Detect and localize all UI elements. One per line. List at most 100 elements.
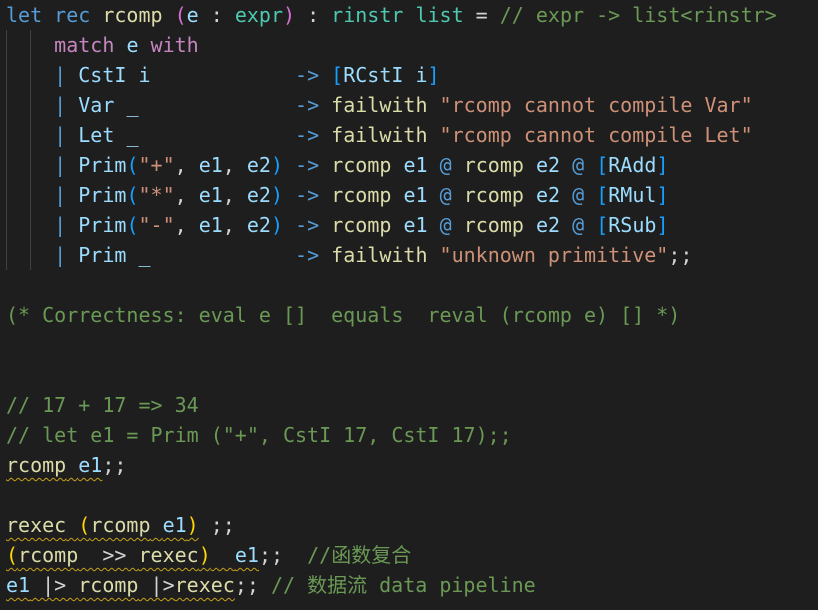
- code-line[interactable]: rcomp e1;;: [6, 450, 126, 480]
- code-token: e1: [78, 453, 103, 477]
- code-token: RCstI: [343, 63, 404, 87]
- code-line[interactable]: match e with: [6, 30, 199, 60]
- code-token: >>: [78, 543, 139, 567]
- code-token: _: [138, 243, 151, 267]
- code-token: (: [6, 543, 19, 567]
- code-token: [: [331, 63, 344, 87]
- code-token: |: [54, 123, 67, 147]
- code-token: RAdd: [608, 153, 657, 177]
- code-token: rcomp: [463, 183, 524, 207]
- code-token: ): [186, 513, 199, 537]
- code-token: ;;: [102, 453, 127, 477]
- code-line[interactable]: (* Correctness: eval e [] equals reval (…: [6, 300, 680, 330]
- code-token: e1: [198, 153, 223, 177]
- code-line[interactable]: let rec rcomp (e : expr) : rinstr list =…: [6, 0, 777, 30]
- code-token: |>: [30, 573, 79, 597]
- code-token: ,: [174, 213, 199, 237]
- code-line[interactable]: e1 |> rcomp |>rexec;; // 数据流 data pipeli…: [6, 570, 536, 600]
- code-token: "rcomp cannot compile Let": [439, 123, 753, 147]
- code-token: "-": [138, 213, 175, 237]
- code-token: ->: [295, 213, 320, 237]
- code-line[interactable]: // let e1 = Prim ("+", CstI 17, CstI 17)…: [6, 420, 512, 450]
- code-token: rexec: [174, 573, 235, 597]
- code-token: @: [572, 183, 585, 207]
- code-token: ;;: [668, 243, 693, 267]
- code-token: failwith: [331, 243, 428, 267]
- code-token: e1: [234, 543, 259, 567]
- code-token: rcomp: [331, 183, 392, 207]
- code-token: ): [270, 153, 284, 177]
- code-token: rcomp: [18, 543, 79, 567]
- code-token: :: [198, 3, 235, 27]
- code-token: ->: [295, 153, 320, 177]
- code-editor[interactable]: let rec rcomp (e : expr) : rinstr list =…: [0, 0, 818, 610]
- code-token: ->: [295, 93, 320, 117]
- code-token: "rcomp cannot compile Var": [439, 93, 753, 117]
- code-line[interactable]: rexec (rcomp e1) ;;: [6, 510, 235, 540]
- code-token: ): [198, 543, 211, 567]
- code-line[interactable]: | Prim("*", e1, e2) -> rcomp e1 @ rcomp …: [6, 180, 668, 210]
- code-token: rcomp: [78, 573, 139, 597]
- code-token: _: [126, 123, 139, 147]
- code-token: |: [54, 63, 67, 87]
- code-token: ,: [222, 183, 247, 207]
- code-token: ): [270, 183, 284, 207]
- code-line[interactable]: | Var _ -> failwith "rcomp cannot compil…: [6, 90, 753, 120]
- code-line[interactable]: | Prim _ -> failwith "unknown primitive"…: [6, 240, 692, 270]
- code-line[interactable]: | Prim("-", e1, e2) -> rcomp e1 @ rcomp …: [6, 210, 668, 240]
- code-token: e2: [535, 153, 561, 177]
- code-token: e1: [403, 213, 428, 237]
- code-token: e2: [246, 183, 271, 207]
- code-token: ]: [427, 63, 440, 87]
- code-token: e1: [6, 573, 31, 597]
- code-line[interactable]: | Prim("+", e1, e2) -> rcomp e1 @ rcomp …: [6, 150, 668, 180]
- code-token: (: [174, 3, 187, 27]
- code-line[interactable]: (rcomp >> rexec) e1;; //函数复合: [6, 540, 411, 570]
- code-token: e: [126, 33, 139, 57]
- code-line[interactable]: | CstI i -> [RCstI i]: [6, 60, 440, 90]
- code-token: :: [295, 3, 332, 27]
- code-token: ]: [656, 183, 669, 207]
- code-token: RSub: [608, 213, 657, 237]
- code-token: [: [596, 153, 609, 177]
- code-token: Var: [78, 93, 115, 117]
- code-token: |: [54, 153, 67, 177]
- code-token: with: [150, 33, 199, 57]
- code-token: Prim: [78, 213, 127, 237]
- code-line[interactable]: | Let _ -> failwith "rcomp cannot compil…: [6, 120, 753, 150]
- code-token: _: [126, 93, 139, 117]
- code-token: e2: [535, 183, 561, 207]
- code-token: let: [6, 3, 43, 27]
- code-line[interactable]: // 17 + 17 => 34: [6, 390, 199, 420]
